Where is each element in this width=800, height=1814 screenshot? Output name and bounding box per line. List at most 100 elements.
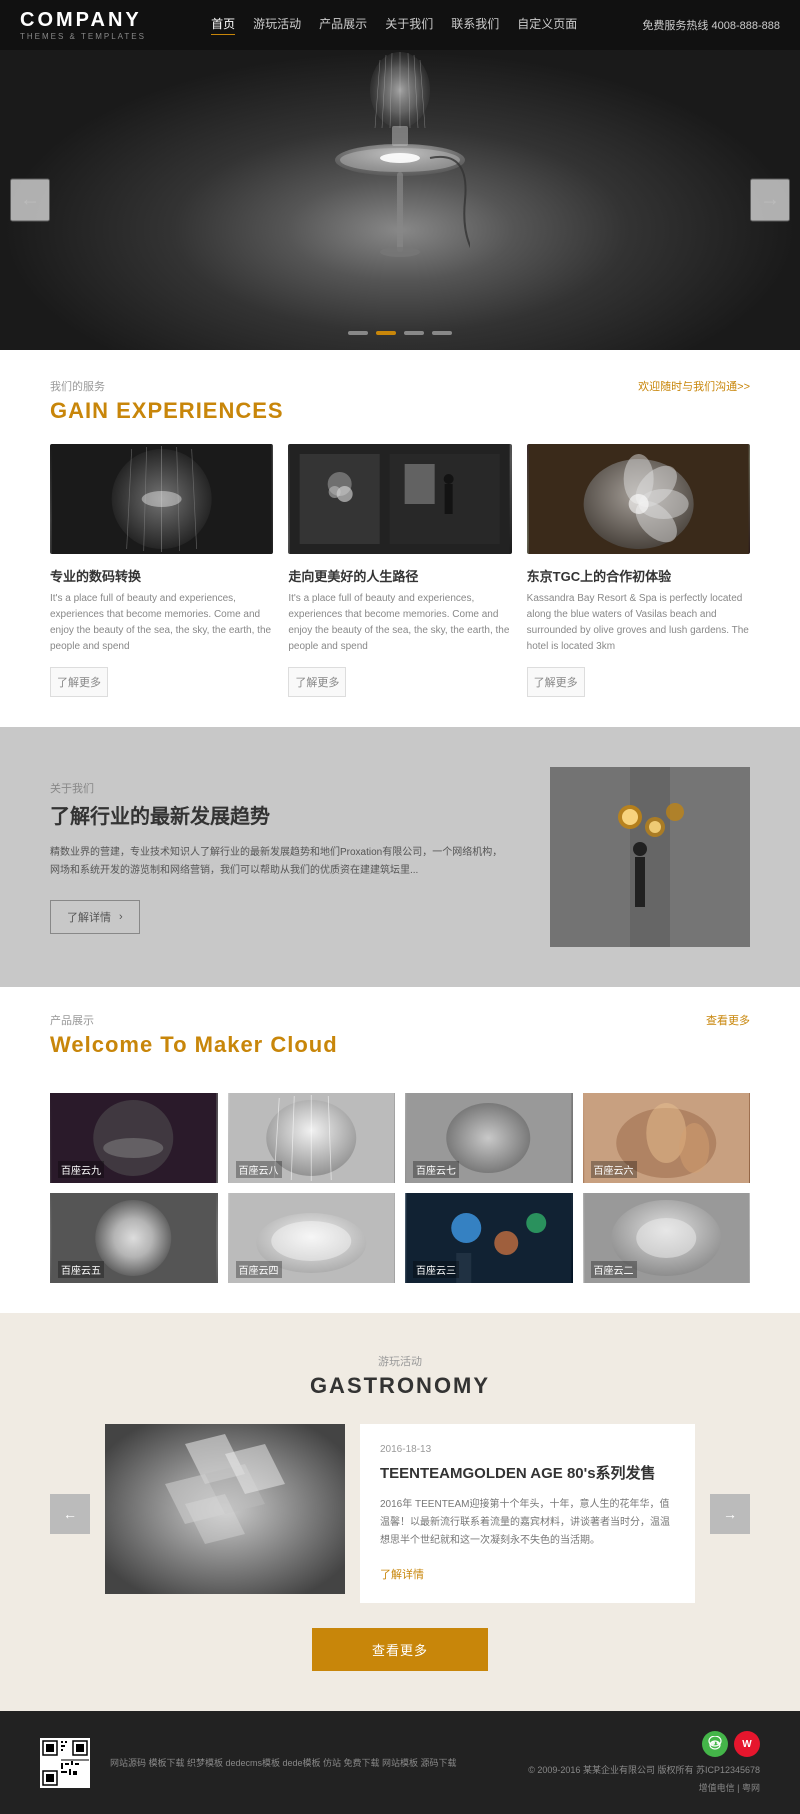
event-title: TEENTEAMGOLDEN AGE 80's系列发售 <box>380 1463 675 1484</box>
about-detail-btn[interactable]: 了解详情 › <box>50 900 140 934</box>
products-label: 产品展示 <box>50 1012 338 1028</box>
about-text-area: 关于我们 了解行业的最新发展趋势 精数业界的营建，专业技术知识人了解行业的最新发… <box>50 780 510 934</box>
footer-social: W <box>528 1731 760 1757</box>
events-prev-btn[interactable]: ← <box>50 1494 90 1534</box>
events-carousel: ← 2016-18-13 TEENTEAMGOLDEN AGE 80's系列发售 <box>50 1424 750 1603</box>
hero-lamp-image <box>330 50 470 310</box>
service-card-2-title: 走向更美好的人生路径 <box>288 566 511 585</box>
logo-text: COMPANY <box>20 9 146 32</box>
nav-contact[interactable]: 联系我们 <box>451 15 499 35</box>
hero-dot-1[interactable] <box>348 331 368 335</box>
service-card-3-image <box>527 444 750 554</box>
events-next-btn[interactable]: → <box>710 1494 750 1534</box>
footer-qr-code <box>40 1738 90 1788</box>
service-card-3: 东京TGC上的合作初体验 Kassandra Bay Resort & Spa … <box>527 444 750 697</box>
main-nav: 首页 游玩活动 产品展示 关于我们 联系我们 自定义页面 <box>211 15 577 35</box>
hero-banner: ← → <box>0 50 800 350</box>
service-card-3-title: 东京TGC上的合作初体验 <box>527 566 750 585</box>
footer-copyright: © 2009-2016 某某企业有限公司 版权所有 苏ICP12345678 <box>528 1763 760 1776</box>
event-featured-info: 2016-18-13 TEENTEAMGOLDEN AGE 80's系列发售 2… <box>360 1424 695 1603</box>
product-item-8[interactable]: 百座云二 <box>583 1193 751 1283</box>
footer-record: 增值电信 | 粤网 <box>528 1781 760 1794</box>
event-body: 2016年 TEENTEAM迎接第十个年头，十年，意人生的花年华，值温馨！以最新… <box>380 1496 675 1550</box>
wechat-icon[interactable] <box>702 1731 728 1757</box>
nav-about[interactable]: 关于我们 <box>385 15 433 35</box>
nav-custom[interactable]: 自定义页面 <box>517 15 577 35</box>
service-card-1: 专业的数码转换 It's a place full of beauty and … <box>50 444 273 697</box>
products-header-left: 产品展示 Welcome To Maker Cloud <box>50 1012 338 1078</box>
services-cards: 专业的数码转换 It's a place full of beauty and … <box>50 444 750 697</box>
services-section: 我们的服务 GAIN EXPERIENCES 欢迎随时与我们沟通>> <box>0 350 800 727</box>
hotline-number: 4008-888-888 <box>711 20 780 32</box>
product-item-4[interactable]: 百座云六 <box>583 1093 751 1183</box>
nav-activities[interactable]: 游玩活动 <box>253 15 301 35</box>
hero-dot-4[interactable] <box>432 331 452 335</box>
events-header: 游玩活动 GASTRONOMY <box>50 1353 750 1399</box>
service-card-1-text: It's a place full of beauty and experien… <box>50 591 273 655</box>
products-title: Welcome To Maker Cloud <box>50 1032 338 1058</box>
product-label-7: 百座云三 <box>413 1261 459 1278</box>
product-item-2[interactable]: 百座云八 <box>228 1093 396 1183</box>
service-card-2-btn[interactable]: 了解更多 <box>288 667 346 697</box>
service-card-2-image <box>288 444 511 554</box>
events-more-btn[interactable]: 查看更多 <box>312 1628 488 1671</box>
service-card-2-text: It's a place full of beauty and experien… <box>288 591 511 655</box>
site-footer: 网站源码 模板下载 织梦模板 dedecms模板 dede模板 仿站 免费下载 … <box>0 1711 800 1814</box>
card-gallery-2 <box>288 444 511 554</box>
service-card-3-btn[interactable]: 了解更多 <box>527 667 585 697</box>
logo: COMPANY THEMES & TEMPLATES <box>20 9 146 41</box>
nav-home[interactable]: 首页 <box>211 15 235 35</box>
event-featured-image <box>105 1424 345 1594</box>
about-btn-label: 了解详情 <box>67 909 111 925</box>
product-item-1[interactable]: 百座云九 <box>50 1093 218 1183</box>
events-title: GASTRONOMY <box>50 1373 750 1399</box>
about-scene-image <box>550 767 750 947</box>
hero-dot-3[interactable] <box>404 331 424 335</box>
events-label: 游玩活动 <box>50 1353 750 1369</box>
footer-links-text: 网站源码 模板下载 织梦模板 dedecms模板 dede模板 仿站 免费下载 … <box>110 1758 457 1768</box>
footer-right: W © 2009-2016 某某企业有限公司 版权所有 苏ICP12345678… <box>528 1731 760 1794</box>
about-btn-arrow: › <box>119 911 123 923</box>
service-card-1-btn[interactable]: 了解更多 <box>50 667 108 697</box>
card-lamp-1 <box>50 444 273 554</box>
product-label-5: 百座云五 <box>58 1261 104 1278</box>
product-label-6: 百座云四 <box>236 1261 282 1278</box>
footer-links: 网站源码 模板下载 织梦模板 dedecms模板 dede模板 仿站 免费下载 … <box>90 1754 528 1772</box>
event-date: 2016-18-13 <box>380 1444 675 1455</box>
event-link[interactable]: 了解详情 <box>380 1569 424 1581</box>
about-body: 精数业界的营建，专业技术知识人了解行业的最新发展趋势和地们Proxation有限… <box>50 844 510 880</box>
product-item-7[interactable]: 百座云三 <box>405 1193 573 1283</box>
events-content: 2016-18-13 TEENTEAMGOLDEN AGE 80's系列发售 2… <box>105 1424 695 1603</box>
services-label: 我们的服务 <box>50 378 284 394</box>
products-header: 产品展示 Welcome To Maker Cloud 查看更多 <box>50 1012 750 1078</box>
hero-prev-button[interactable]: ← <box>10 179 50 222</box>
about-image <box>550 767 750 947</box>
hero-next-button[interactable]: → <box>750 179 790 222</box>
product-item-3[interactable]: 百座云七 <box>405 1093 573 1183</box>
product-label-8: 百座云二 <box>591 1261 637 1278</box>
services-header: 我们的服务 GAIN EXPERIENCES 欢迎随时与我们沟通>> <box>50 378 750 444</box>
about-label: 关于我们 <box>50 780 510 796</box>
logo-subtitle: THEMES & TEMPLATES <box>20 32 146 41</box>
about-section: 关于我们 了解行业的最新发展趋势 精数业界的营建，专业技术知识人了解行业的最新发… <box>0 727 800 987</box>
hotline-label: 免费服务热线 <box>642 20 708 32</box>
events-section: 游玩活动 GASTRONOMY ← 2016-18-13 <box>0 1313 800 1711</box>
weibo-icon[interactable]: W <box>734 1731 760 1757</box>
card-flower-lamp-3 <box>527 444 750 554</box>
products-more-link[interactable]: 查看更多 <box>706 1012 750 1028</box>
product-label-2: 百座云八 <box>236 1161 282 1178</box>
services-header-left: 我们的服务 GAIN EXPERIENCES <box>50 378 284 444</box>
product-label-3: 百座云七 <box>413 1161 459 1178</box>
product-label-1: 百座云九 <box>58 1161 104 1178</box>
product-item-6[interactable]: 百座云四 <box>228 1193 396 1283</box>
product-item-5[interactable]: 百座云五 <box>50 1193 218 1283</box>
hero-dot-2[interactable] <box>376 331 396 335</box>
services-more-link[interactable]: 欢迎随时与我们沟通>> <box>638 378 750 394</box>
service-card-2: 走向更美好的人生路径 It's a place full of beauty a… <box>288 444 511 697</box>
services-title: GAIN EXPERIENCES <box>50 398 284 424</box>
hotline: 免费服务热线 4008-888-888 <box>642 17 780 33</box>
products-grid: 百座云九 百座云八 百座云七 百座云六 百座云五 百座云四 百座云三 <box>50 1093 750 1283</box>
service-card-3-text: Kassandra Bay Resort & Spa is perfectly … <box>527 591 750 655</box>
service-card-1-title: 专业的数码转换 <box>50 566 273 585</box>
nav-products[interactable]: 产品展示 <box>319 15 367 35</box>
